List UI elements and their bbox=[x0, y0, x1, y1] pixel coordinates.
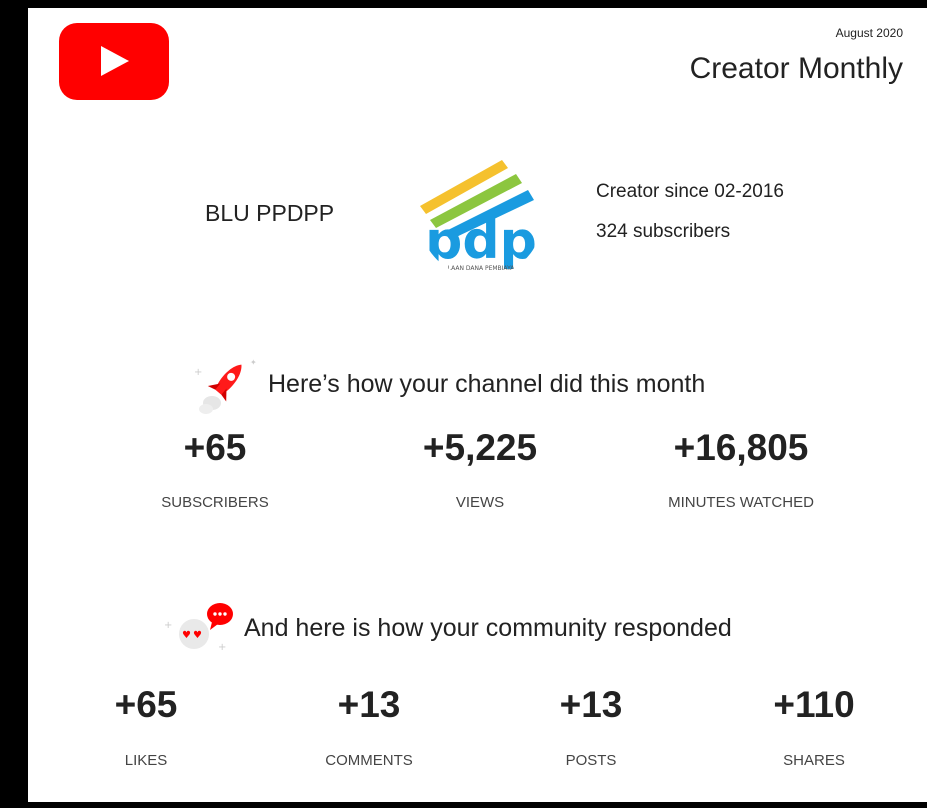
community-section-heading: And here is how your community responded bbox=[244, 614, 732, 642]
svg-text:+: + bbox=[194, 367, 202, 378]
youtube-play-icon[interactable] bbox=[59, 23, 169, 100]
stat-subscribers-label: SUBSCRIBERS bbox=[161, 494, 269, 511]
report-title: Creator Monthly bbox=[689, 52, 903, 85]
stat-shares-label: SHARES bbox=[783, 752, 845, 769]
stat-views-label: VIEWS bbox=[455, 494, 505, 511]
pdp-logo-subtext: LAAN DANA PEMBIAYA bbox=[448, 265, 516, 272]
pdp-logo: pdp LAAN DANA PEMBIAYA bbox=[419, 154, 543, 278]
rocket-icon: + ✦ bbox=[194, 358, 257, 414]
channel-name: BLU PPDPP bbox=[205, 200, 335, 226]
svg-text:✦: ✦ bbox=[250, 358, 257, 367]
stat-minutes-watched-label: MINUTES WATCHED bbox=[668, 494, 814, 511]
pdp-logo-text: pdp bbox=[425, 211, 537, 271]
stat-minutes-watched-value: +16,805 bbox=[673, 427, 809, 468]
stat-likes-value: +65 bbox=[114, 684, 178, 725]
heart-eyes-chat-icon: + + ♥ ♥ bbox=[164, 603, 233, 653]
stat-subscribers-value: +65 bbox=[183, 427, 247, 468]
stat-shares-value: +110 bbox=[773, 684, 855, 725]
stat-posts-value: +13 bbox=[559, 684, 623, 725]
svg-text:♥: ♥ bbox=[182, 630, 191, 641]
subscriber-count: 324 subscribers bbox=[596, 221, 731, 242]
creator-since: Creator since 02-2016 bbox=[596, 181, 784, 202]
svg-text:+: + bbox=[164, 620, 172, 631]
svg-text:♥: ♥ bbox=[193, 630, 202, 641]
report-date: August 2020 bbox=[835, 26, 903, 40]
window-frame: August 2020 Creator Monthly BLU PPDPP pd… bbox=[0, 0, 927, 808]
creator-monthly-card: August 2020 Creator Monthly BLU PPDPP pd… bbox=[28, 8, 927, 802]
stat-posts-label: POSTS bbox=[565, 752, 617, 769]
stat-likes-label: LIKES bbox=[124, 752, 168, 769]
svg-text:+: + bbox=[218, 642, 226, 653]
channel-section-heading: Here’s how your channel did this month bbox=[268, 370, 706, 398]
stat-comments-value: +13 bbox=[337, 684, 401, 725]
stat-views-value: +5,225 bbox=[422, 427, 538, 468]
stat-comments-label: COMMENTS bbox=[325, 752, 413, 769]
